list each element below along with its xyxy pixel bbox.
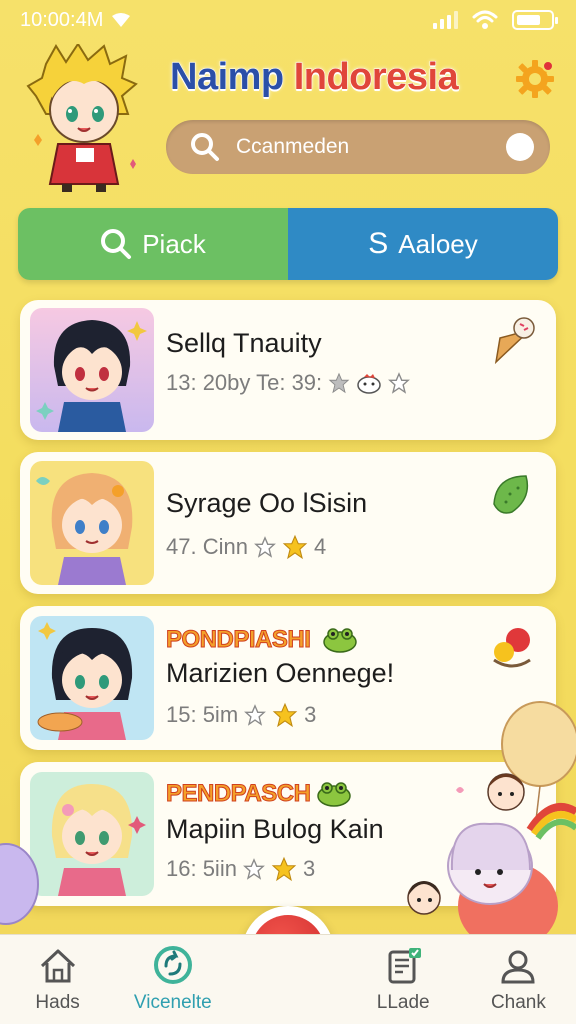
battery-icon	[512, 10, 558, 30]
star-icon	[328, 372, 350, 394]
segmented-control: Piack S Aaloey	[18, 208, 558, 280]
star-icon	[388, 372, 411, 394]
search-toggle[interactable]	[506, 133, 534, 161]
app-title: Naimp Indoresia	[170, 56, 460, 99]
header: Naimp Indoresia Ccanmeden	[0, 40, 576, 192]
star-icon	[244, 704, 267, 726]
document-icon	[388, 948, 422, 984]
card-title: Syrage Oo lSisin	[166, 488, 368, 518]
frog-icon	[317, 782, 351, 807]
mascot-badge-icon	[357, 374, 381, 394]
nav-item-home[interactable]: Hads	[0, 935, 115, 1024]
card-tag: PONDPIASHI	[165, 626, 311, 654]
search-icon	[191, 133, 219, 161]
search-bar[interactable]: Ccanmeden	[166, 120, 550, 174]
star-icon	[243, 858, 265, 880]
signal-icon	[433, 11, 458, 29]
character-thumbnail	[30, 308, 154, 432]
bottom-nav: Hads Vicenelte LLade Chank	[0, 934, 576, 1024]
tab-aaloey[interactable]: S Aaloey	[288, 208, 558, 280]
fruit-basket-icon	[493, 628, 531, 668]
card-meta: 16: 5iin 3	[166, 856, 315, 882]
card-meta: 47. Cinn 4	[166, 534, 326, 560]
nav-item-chank[interactable]: Chank	[461, 935, 576, 1024]
card-title: Sellq Tnauity	[166, 328, 322, 358]
mascot-avatar	[26, 44, 138, 192]
list-item[interactable]: Syrage Oo lSisin 47. Cinn 4	[20, 452, 556, 594]
star-filled-icon	[282, 534, 308, 560]
card-meta: 15: 5im 3	[166, 702, 316, 728]
refresh-icon	[153, 946, 192, 984]
star-filled-icon	[271, 856, 297, 882]
card-tag: PENDPASCH	[165, 780, 311, 808]
status-bar: 10:00:4M	[0, 0, 576, 40]
card-title: Mapiin Bulog Kain	[166, 814, 384, 844]
character-thumbnail	[30, 772, 154, 896]
list-item[interactable]: Sellq Tnauity 13: 20by Te: 39:	[20, 300, 556, 440]
card-meta-suffix: 4	[313, 534, 327, 559]
settings-button[interactable]	[514, 58, 556, 100]
card-meta-text: 13: 20by Te: 39:	[166, 370, 323, 395]
app-title-part-1: Naimp	[170, 56, 294, 99]
status-time: 10:00:4M	[20, 8, 104, 31]
nav-item-label: Vicenelte	[133, 992, 212, 1013]
star-icon	[254, 536, 276, 558]
status-right	[433, 10, 558, 30]
nav-item-llade[interactable]: LLade	[346, 935, 461, 1024]
status-left: 10:00:4M	[20, 9, 131, 32]
list-item[interactable]: PENDPASCH Mapiin Bulog Kain 16: 5iin 3	[20, 762, 556, 906]
user-icon	[501, 950, 535, 984]
nav-item-label: LLade	[376, 992, 430, 1013]
frog-icon	[323, 628, 357, 653]
character-thumbnail	[30, 461, 154, 585]
card-title: Marizien Oennege!	[166, 658, 395, 688]
lime-icon	[493, 475, 529, 514]
wifi-icon	[472, 10, 498, 29]
search-icon	[101, 229, 132, 259]
nav-item-label: Chank	[490, 992, 546, 1013]
notification-dot	[542, 60, 554, 72]
card-meta: 13: 20by Te: 39:	[166, 370, 411, 396]
nav-item-label: Hads	[35, 992, 80, 1013]
location-icon	[112, 13, 131, 27]
tab-pick[interactable]: Piack	[18, 208, 288, 280]
search-input[interactable]: Ccanmeden	[236, 135, 506, 159]
ice-cream-icon	[494, 317, 535, 365]
tab-pick-label: Piack	[142, 228, 206, 259]
tab-aaloey-label: Aaloey	[398, 228, 478, 259]
card-meta-text: 47. Cinn	[166, 534, 248, 559]
card-meta-suffix: 3	[304, 702, 317, 727]
card-meta-text: 15: 5im	[166, 702, 239, 727]
home-icon	[40, 949, 75, 983]
character-thumbnail	[30, 616, 154, 740]
star-filled-icon	[272, 702, 298, 728]
card-meta-suffix: 3	[302, 856, 316, 881]
list-item[interactable]: PONDPIASHI Marizien Oennege! 15: 5im 3	[20, 606, 556, 750]
nav-item-vicenelte[interactable]: Vicenelte	[115, 935, 230, 1024]
card-meta-text: 16: 5iin	[166, 856, 237, 881]
tab-aaloey-glyph: S	[368, 227, 389, 260]
app-title-part-2: Indoresia	[293, 56, 459, 99]
